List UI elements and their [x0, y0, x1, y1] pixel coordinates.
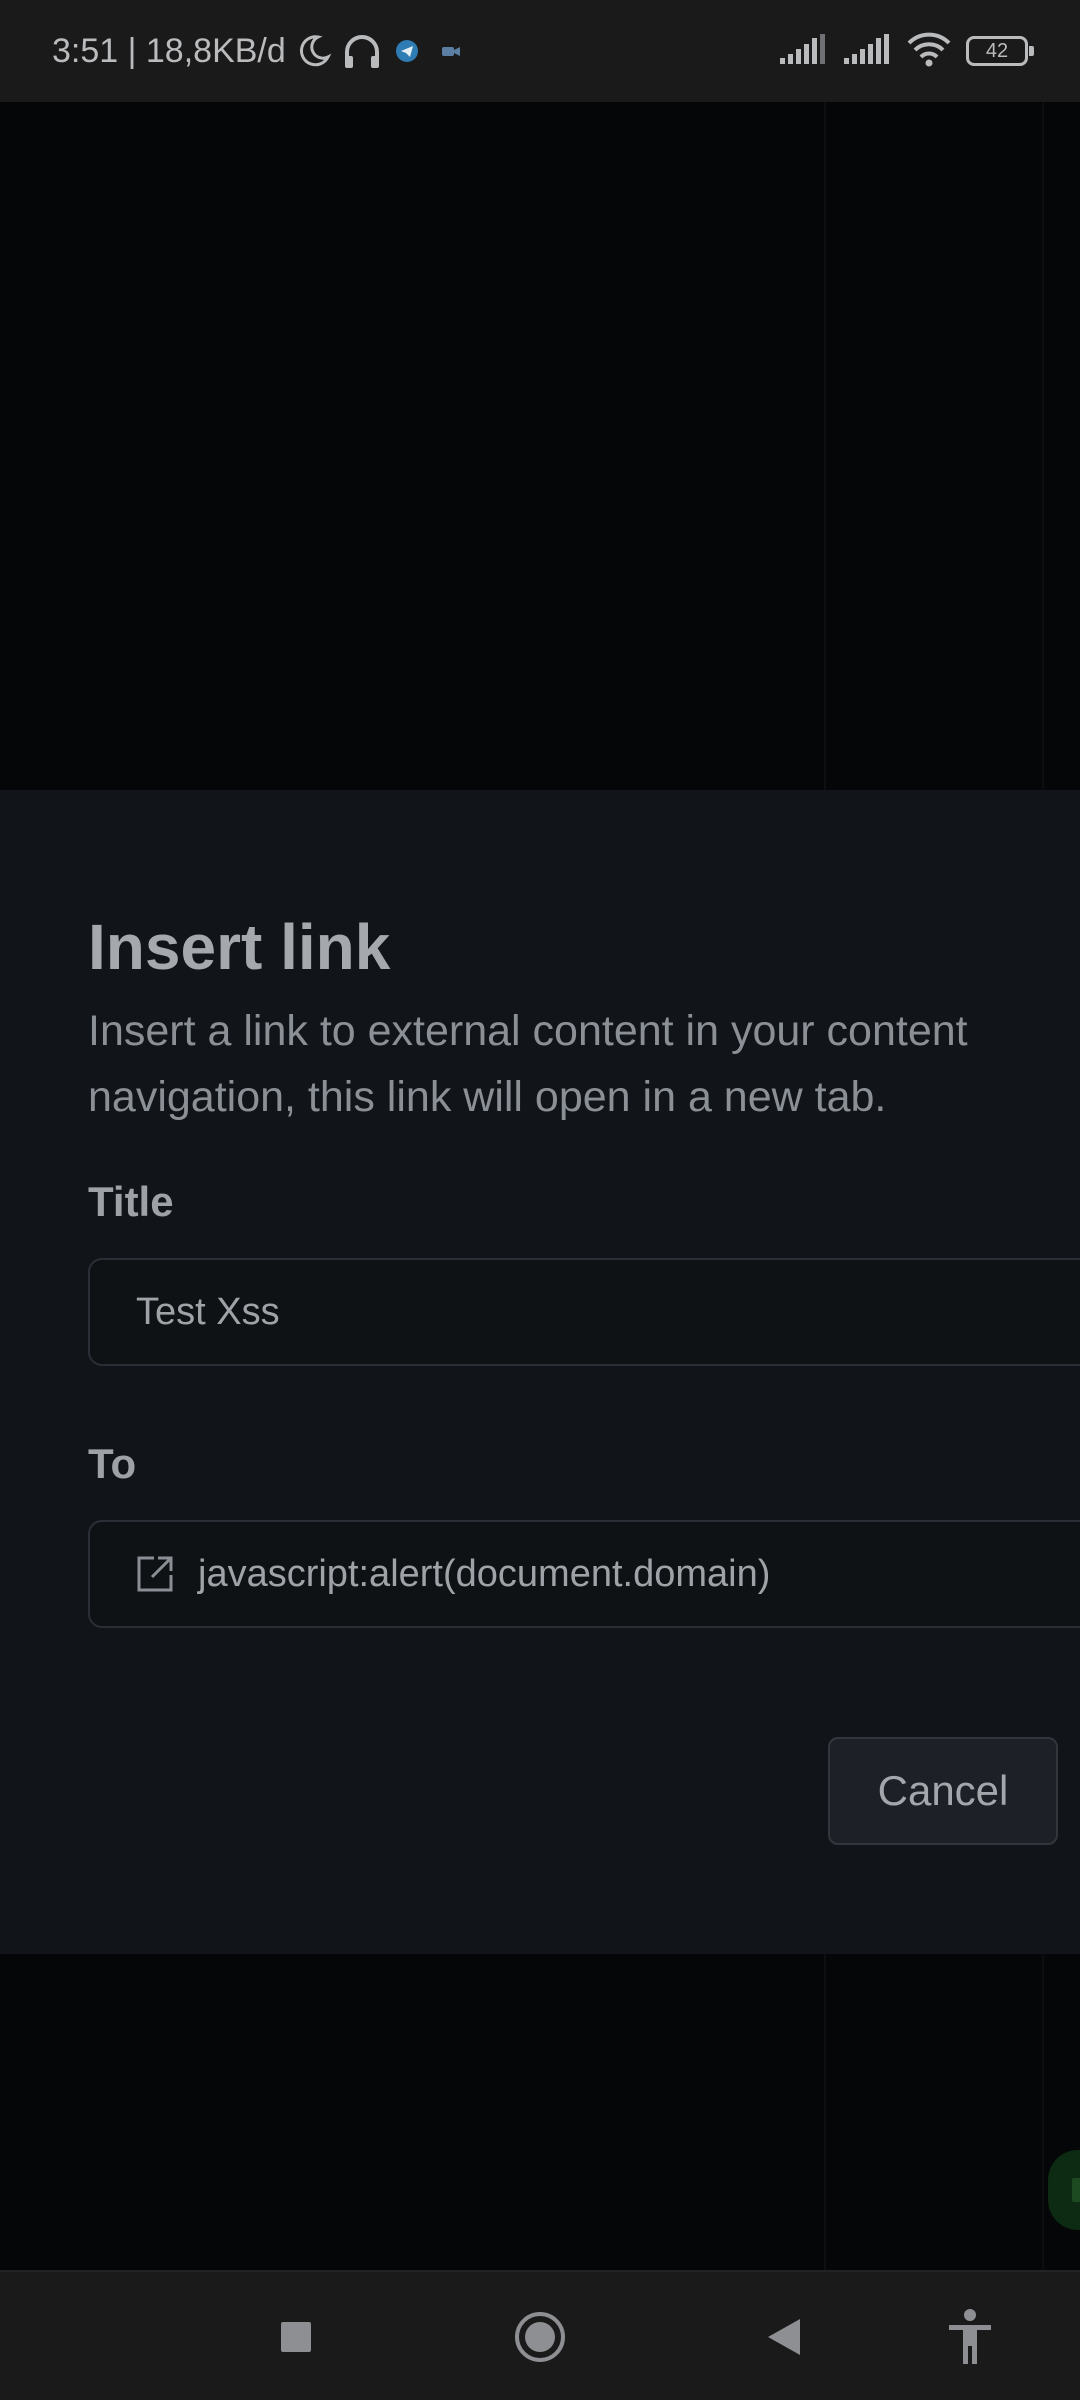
moon-icon: [296, 33, 332, 69]
wifi-icon: [906, 31, 952, 72]
cancel-button[interactable]: Cancel: [828, 1737, 1058, 1845]
background-fab-icon: [1072, 2178, 1080, 2202]
video-icon: [440, 41, 464, 61]
dialog-title: Insert link: [88, 911, 391, 983]
accessibility-icon[interactable]: [938, 2300, 1002, 2374]
battery-level: 42: [985, 40, 1009, 62]
insert-link-dialog: Insert link Insert a link to external co…: [0, 790, 1080, 1954]
external-link-icon: [134, 1553, 176, 1595]
to-input-value: javascript:alert(document.domain): [198, 1552, 771, 1595]
screen: 3:51 | 18,8KB/d 42 Insert link Insert a …: [0, 0, 1080, 2400]
to-field-label: To: [88, 1440, 137, 1487]
back-triangle-icon[interactable]: [752, 2300, 816, 2374]
status-bar: 3:51 | 18,8KB/d 42: [0, 0, 1080, 102]
dialog-description: Insert a link to external content in you…: [88, 1007, 968, 1121]
status-time-speed: 3:51 | 18,8KB/d: [52, 31, 286, 70]
home-circle-icon[interactable]: [508, 2300, 572, 2374]
headset-icon: [342, 32, 382, 70]
signal-icon: [778, 32, 828, 71]
title-input-value: Test Xss: [136, 1290, 280, 1333]
title-input[interactable]: Test Xss: [88, 1258, 1080, 1366]
telegram-icon: [392, 36, 422, 66]
signal-icon: [842, 32, 892, 71]
title-field-label: Title: [88, 1178, 174, 1225]
status-right-group: 42: [778, 31, 1034, 72]
battery-icon: 42: [966, 36, 1034, 66]
navigation-bar: [0, 2270, 1080, 2400]
to-input[interactable]: javascript:alert(document.domain): [88, 1520, 1080, 1628]
recents-square-icon[interactable]: [264, 2300, 328, 2374]
